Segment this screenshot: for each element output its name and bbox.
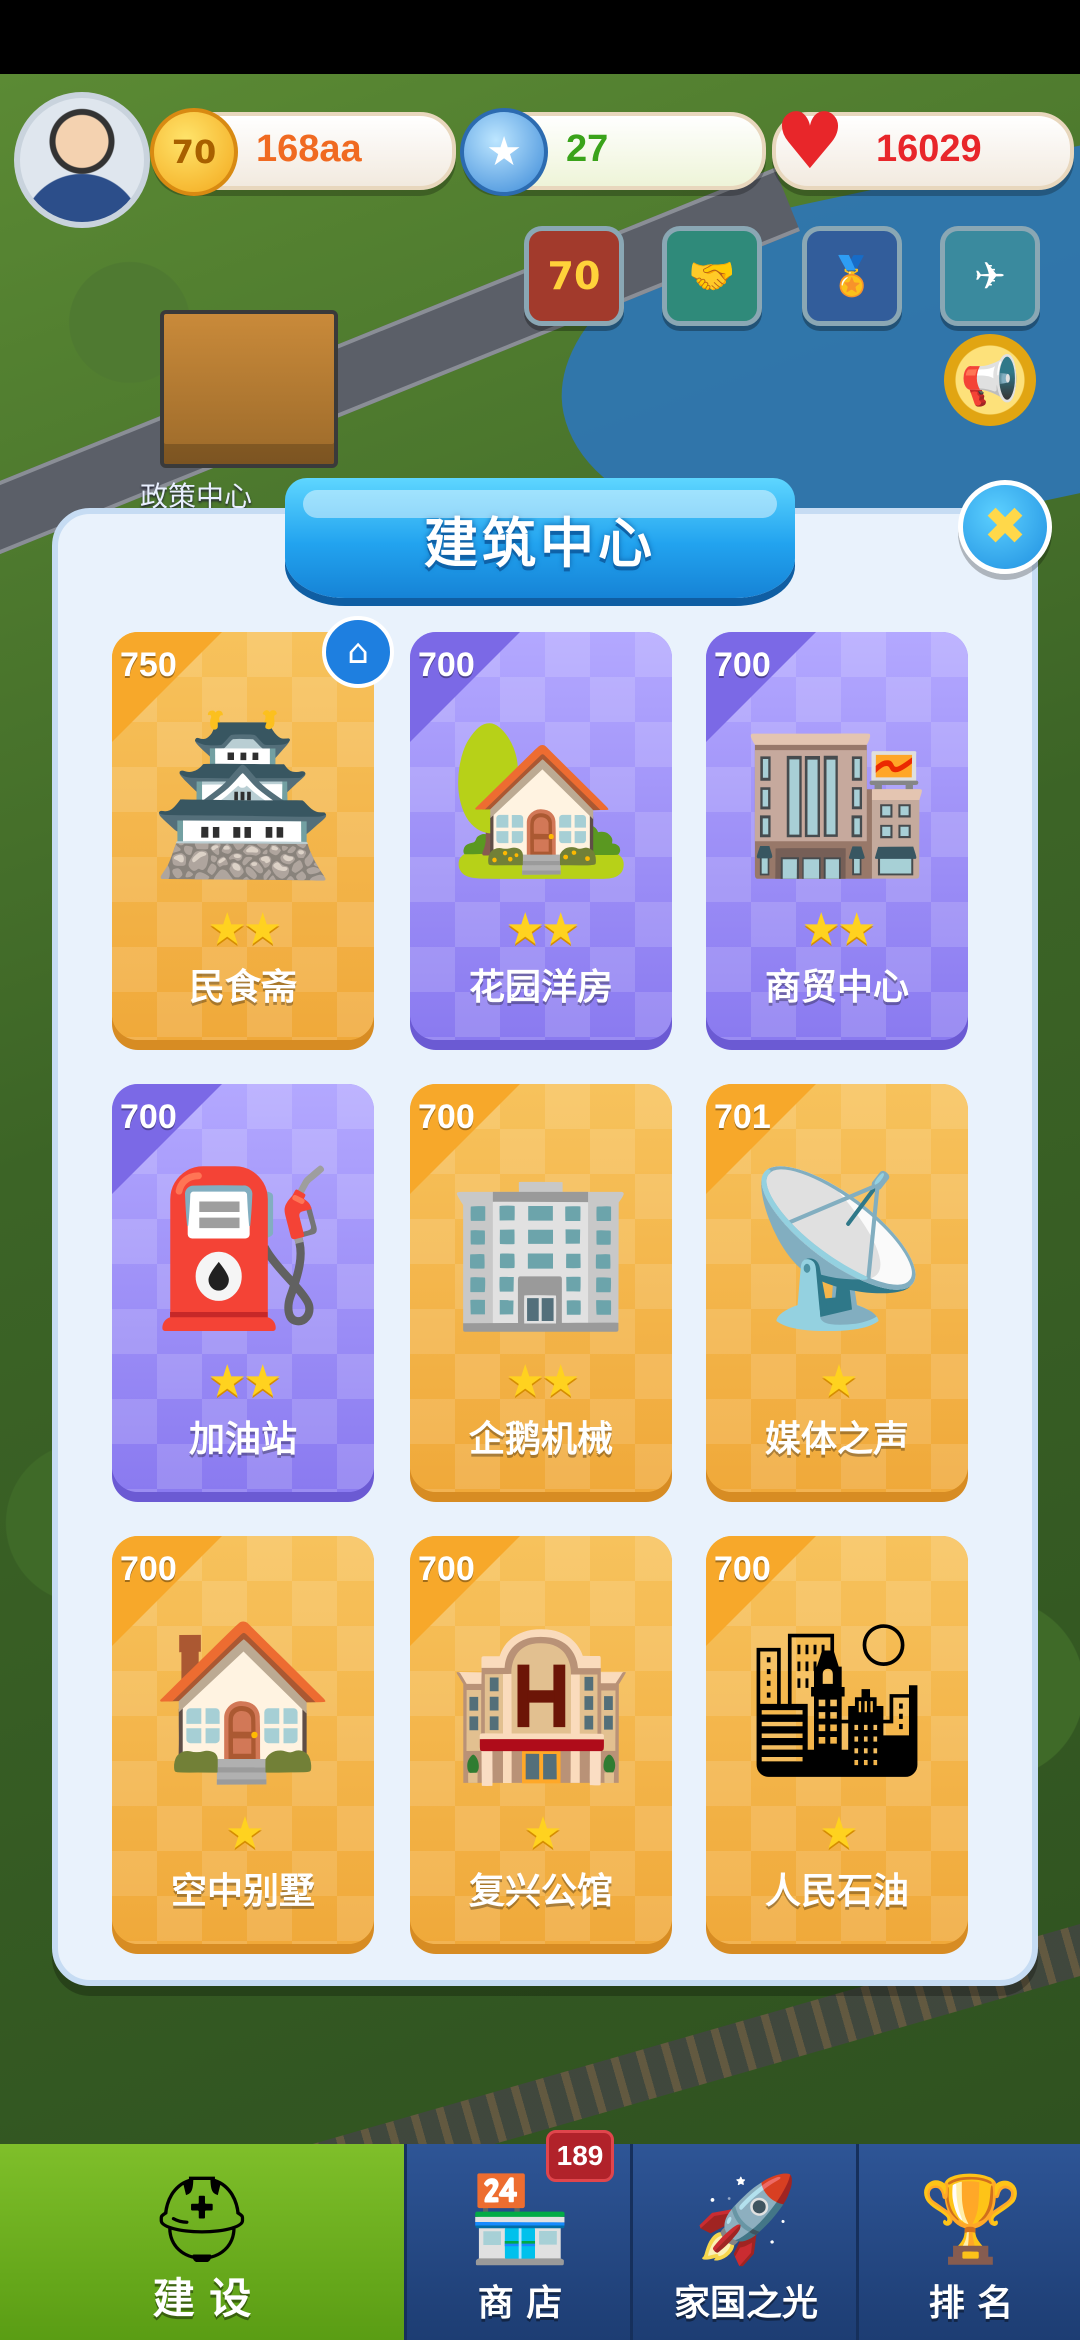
nav-rank-tab[interactable]: 🏆 排 名 (856, 2144, 1080, 2340)
building-icon: 🏯 (149, 710, 337, 884)
coin-icon: 70 (150, 108, 238, 196)
handshake-button[interactable]: 🤝 (662, 226, 762, 326)
building-card[interactable]: 700 ⛽ ★★ 加油站 (112, 1084, 374, 1492)
building-icon: 🏙 (741, 1614, 933, 1788)
building-icon: 🏡 (447, 710, 635, 884)
building-icon: 🏢 (447, 1162, 635, 1336)
airplane-icon: ✈ (974, 254, 1006, 298)
close-button[interactable]: ✖ (958, 480, 1052, 574)
building-illustration: 🏠 (132, 1606, 354, 1796)
building-icon: 🏬 (743, 710, 931, 884)
card-name: 人民石油 (764, 1871, 909, 1912)
card-cost: 701 (714, 1098, 771, 1136)
card-name: 空中别墅 (170, 1871, 315, 1912)
airplane-button[interactable]: ✈ (940, 226, 1040, 326)
nav-build-tab[interactable]: ⛑ 建 设 (0, 2144, 404, 2340)
bottom-nav: ⛑ 建 设 🏪 商 店 🚀 家国之光 🏆 排 名 (0, 2144, 1080, 2340)
card-stars: ★★ (207, 904, 283, 955)
building-illustration: 🏯 (132, 702, 354, 892)
building-illustration: 🏙 (726, 1606, 948, 1796)
shop-icon: 🏪 (467, 2170, 573, 2268)
handshake-icon: 🤝 (688, 253, 736, 298)
card-stars: ★ (225, 1808, 264, 1859)
heart-counter[interactable]: ♥ 16029 (772, 97, 1074, 190)
medal-icon: 🏅 (828, 253, 876, 298)
building-illustration: 🏡 (430, 702, 652, 892)
rocket-icon: 🚀 (693, 2170, 799, 2268)
building-card[interactable]: 700 🏡 ★★ 花园洋房 (410, 632, 672, 1040)
building-card[interactable]: 700 🏬 ★★ 商贸中心 (706, 632, 968, 1040)
trophy-icon: 🏆 (918, 2170, 1024, 2268)
nav-rank-label: 排 名 (928, 2283, 1014, 2324)
nav-shop-label: 商 店 (477, 2283, 563, 2324)
announcement-speaker-icon[interactable]: 📢 (944, 334, 1036, 426)
building-card[interactable]: 700 🏠 ★ 空中别墅 (112, 1536, 374, 1944)
card-stars: ★★ (801, 904, 877, 955)
card-name: 民食斋 (188, 967, 297, 1008)
card-stars: ★★ (505, 904, 581, 955)
nav-home-light-label: 家国之光 (673, 2283, 818, 2324)
star-counter[interactable]: ★ 27 (460, 108, 766, 196)
card-cost: 700 (418, 1098, 475, 1136)
nav-home-light-tab[interactable]: 🚀 家国之光 (630, 2144, 859, 2340)
card-name: 复兴公馆 (468, 1871, 613, 1912)
card-stars: ★ (523, 1808, 562, 1859)
nav-build-label: 建 设 (152, 2274, 252, 2323)
card-name: 花园洋房 (468, 967, 613, 1008)
card-stars: ★★ (207, 1356, 283, 1407)
home-icon: ⌂ (322, 616, 394, 688)
shop-count-badge: 189 (546, 2130, 614, 2182)
policy-center-building[interactable] (160, 310, 338, 468)
building-illustration: 🏢 (430, 1154, 652, 1344)
panel-title: 建筑中心 (285, 478, 795, 598)
card-stars: ★★ (505, 1356, 581, 1407)
card-name: 媒体之声 (764, 1419, 909, 1460)
star-icon: ★ (460, 108, 548, 196)
card-cost: 700 (714, 646, 771, 684)
building-illustration: 📡 (726, 1154, 948, 1344)
anniversary-70-icon: 70 (547, 254, 601, 298)
building-illustration: ⛽ (132, 1154, 354, 1344)
building-card[interactable]: 750 🏯 ★★ 民食斋 (112, 632, 374, 1040)
star-amount: 27 (566, 128, 609, 170)
card-cost: 750 (120, 646, 177, 684)
building-card[interactable]: 701 📡 ★ 媒体之声 (706, 1084, 968, 1492)
close-icon: ✖ (983, 497, 1027, 557)
coin-amount: 168aa (256, 128, 362, 170)
card-name: 加油站 (188, 1419, 297, 1460)
heart-icon: ♥ (775, 97, 845, 187)
building-icon: ⛽ (149, 1162, 337, 1336)
card-name: 商贸中心 (764, 967, 909, 1008)
card-cost: 700 (120, 1098, 177, 1136)
building-card[interactable]: 700 🏙 ★ 人民石油 (706, 1536, 968, 1944)
building-icon: 🏨 (447, 1614, 635, 1788)
card-cost: 700 (418, 1550, 475, 1588)
player-avatar[interactable] (14, 92, 150, 228)
heart-amount: 16029 (876, 128, 982, 170)
coin-icon-text: 70 (171, 133, 217, 171)
building-illustration: 🏨 (430, 1606, 652, 1796)
building-card[interactable]: 700 🏨 ★ 复兴公馆 (410, 1536, 672, 1944)
building-illustration: 🏬 (726, 702, 948, 892)
medal-button[interactable]: 🏅 (802, 226, 902, 326)
building-icon: 📡 (743, 1162, 931, 1336)
card-cost: 700 (714, 1550, 771, 1588)
coin-counter[interactable]: 70 168aa (150, 108, 456, 196)
card-cost: 700 (418, 646, 475, 684)
hardhat-icon: ⛑ (148, 2170, 256, 2268)
card-stars: ★ (819, 1356, 858, 1407)
card-name: 企鹅机械 (468, 1419, 613, 1460)
status-bar (0, 0, 1080, 74)
building-card[interactable]: 700 🏢 ★★ 企鹅机械 (410, 1084, 672, 1492)
anniversary-70-button[interactable]: 70 (524, 226, 624, 326)
card-cost: 700 (120, 1550, 177, 1588)
building-icon: 🏠 (149, 1614, 337, 1788)
card-stars: ★ (819, 1808, 858, 1859)
